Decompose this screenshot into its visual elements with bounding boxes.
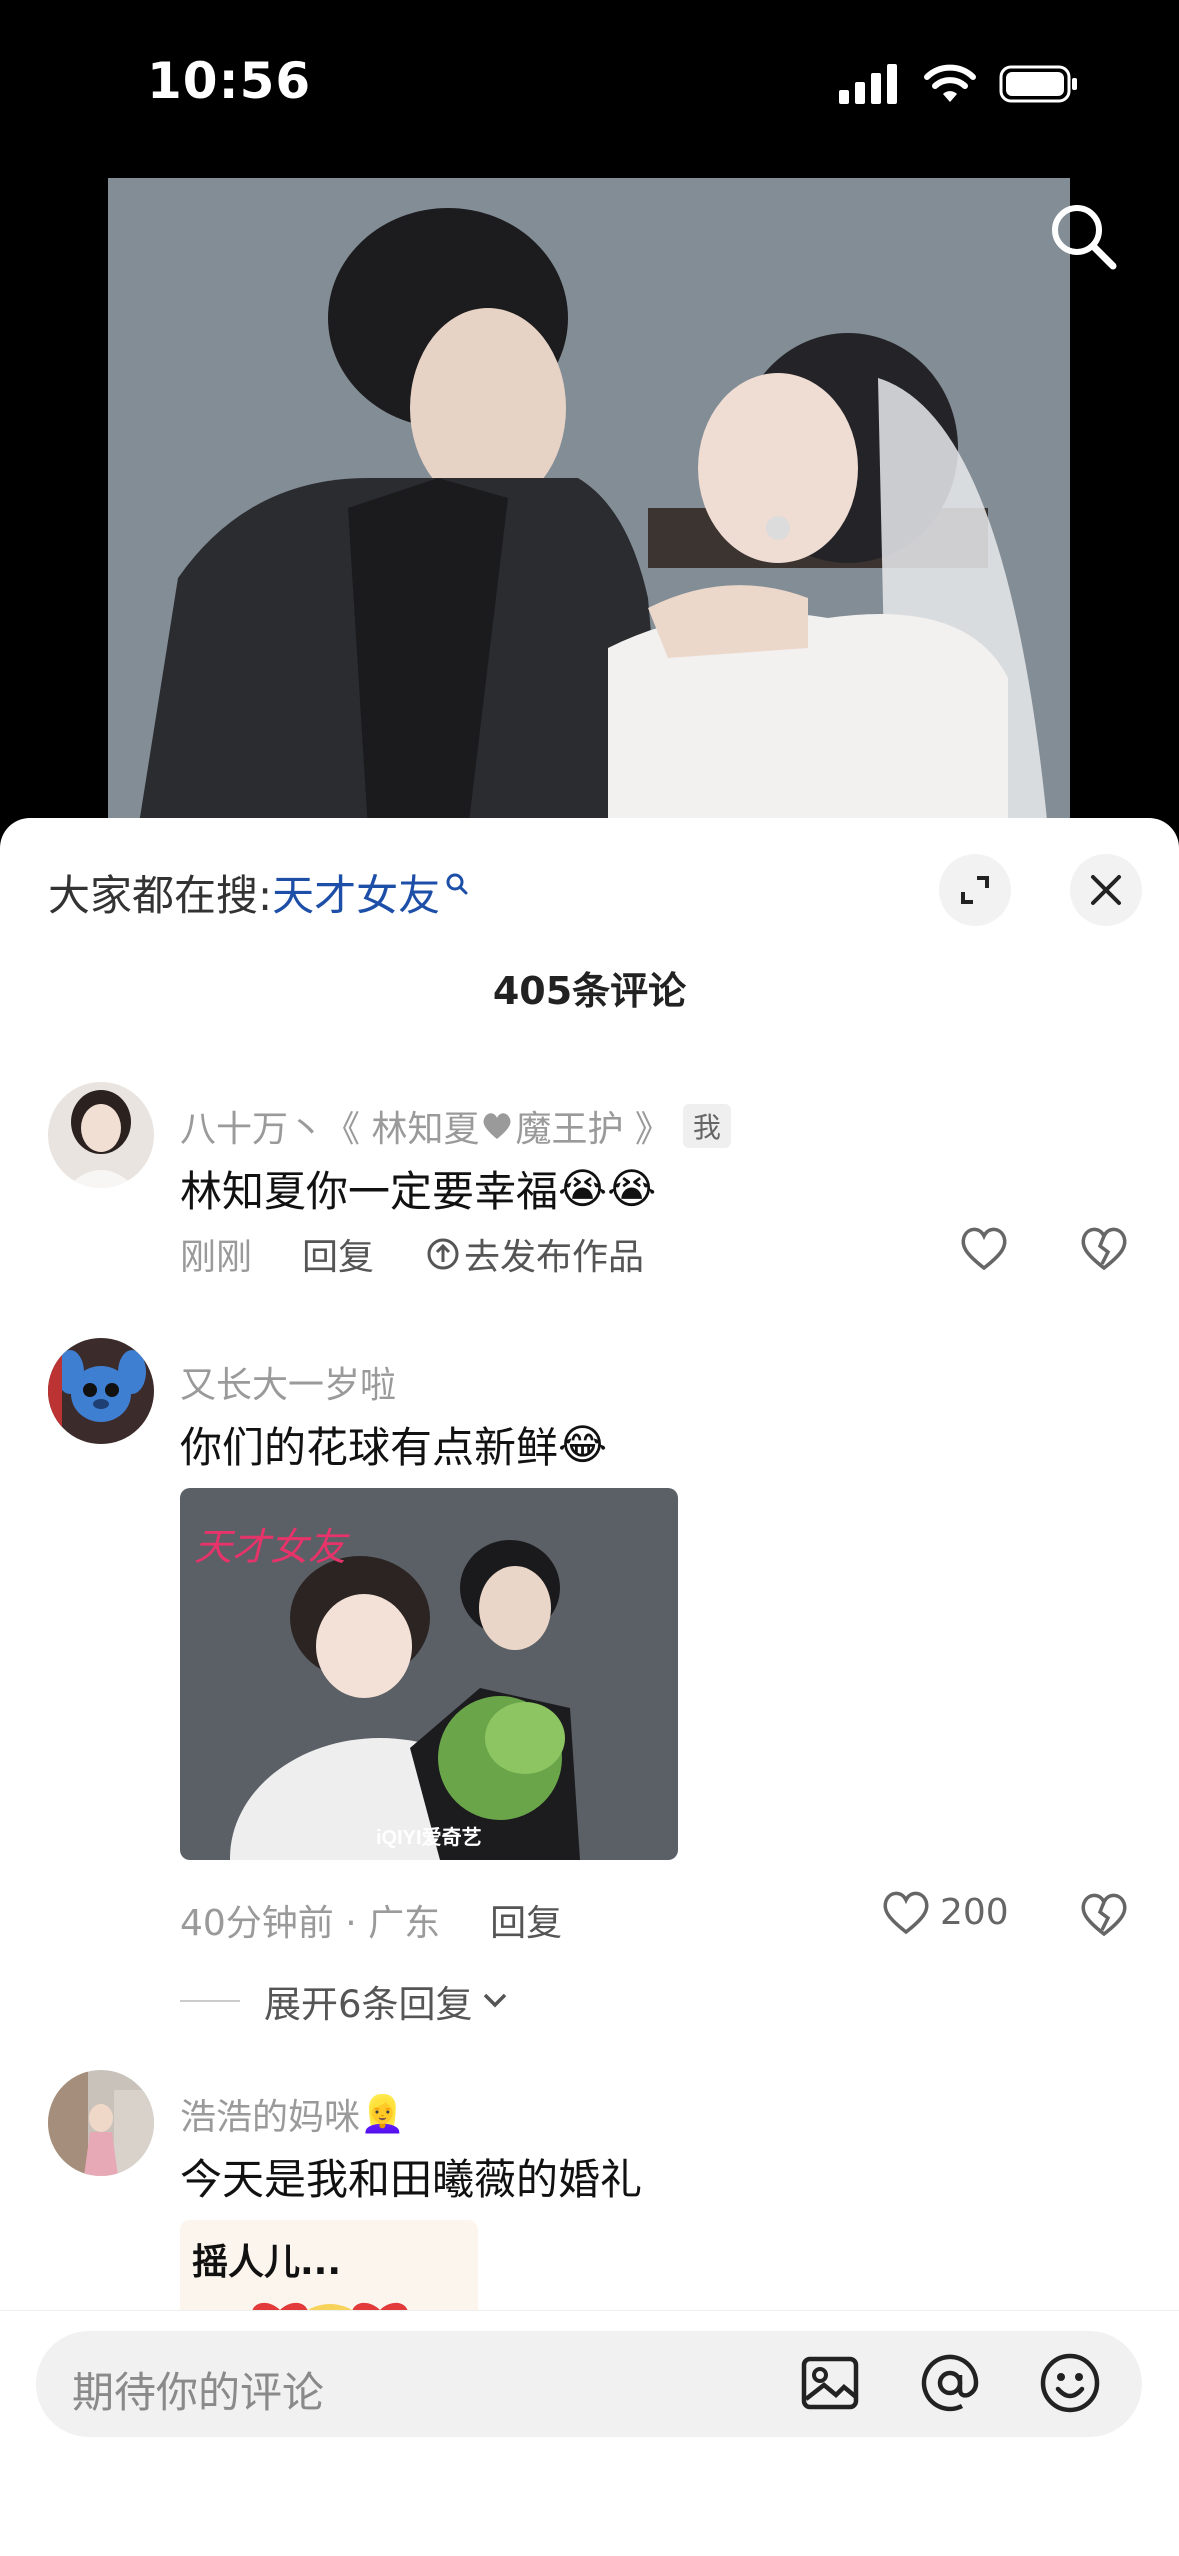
- author-name: 浩浩的妈咪: [180, 2097, 361, 2138]
- avatar[interactable]: [48, 2070, 154, 2176]
- reply-button[interactable]: 回复: [490, 1894, 562, 1946]
- comment-body: 林知夏你一定要幸福: [180, 1167, 559, 1216]
- wifi-icon: [924, 64, 976, 102]
- close-button[interactable]: [1070, 854, 1142, 926]
- comment-body: 今天是我和田曦薇的婚礼: [180, 2155, 643, 2204]
- author-name: 八十万丶《 林知夏: [180, 1109, 480, 1150]
- expand-replies-label: 展开6条回复: [264, 1983, 473, 2026]
- hot-search-bar[interactable]: 大家都在搜: 天才女友: [48, 862, 470, 923]
- comment-input[interactable]: 期待你的评论: [36, 2331, 1142, 2437]
- image-watermark: iQIYI爱奇艺: [376, 1825, 482, 1849]
- status-time: 10:56: [147, 52, 312, 110]
- avatar[interactable]: [48, 1338, 154, 1444]
- status-icons: [839, 64, 1079, 104]
- hot-search-keyword[interactable]: 天才女友: [272, 862, 440, 923]
- comment-meta: 刚刚 回复 去发布作品: [180, 1228, 644, 1280]
- cellular-signal-icon: [839, 64, 897, 104]
- dislike-icon[interactable]: [1078, 1890, 1130, 1938]
- video-scene: [108, 178, 1070, 830]
- expand-replies-button[interactable]: 展开6条回复: [180, 1974, 509, 2028]
- chevron-down-icon: [483, 1993, 506, 2008]
- emoji-icon[interactable]: [1038, 2351, 1102, 2415]
- comment-text: 林知夏你一定要幸福 😭😭: [180, 1158, 656, 1219]
- image-icon[interactable]: [798, 2351, 862, 2415]
- comment-text: 今天是我和田曦薇的婚礼: [180, 2146, 642, 2207]
- comment-input-bar: 期待你的评论: [0, 2310, 1179, 2556]
- heart-small-icon: [483, 1113, 511, 1139]
- divider: [180, 2000, 240, 2002]
- reply-button[interactable]: 回复: [302, 1228, 374, 1280]
- image-text: 摇人儿...: [192, 2242, 341, 2283]
- image-title: 天才女友: [194, 1525, 350, 1569]
- dislike-icon[interactable]: [1078, 1224, 1130, 1272]
- comment-author[interactable]: 浩浩的妈咪 👱‍♀️: [180, 2088, 405, 2140]
- author-name: 又长大一岁啦: [180, 1365, 397, 1406]
- battery-icon: [999, 65, 1077, 103]
- laughing-emoji: 😂: [558, 1420, 608, 1469]
- comment-time: 刚刚: [180, 1237, 253, 1278]
- like-count: 200: [940, 1891, 1009, 1933]
- publish-work-button[interactable]: 去发布作品: [426, 1228, 644, 1280]
- me-badge: 我: [682, 1104, 731, 1148]
- input-placeholder: 期待你的评论: [72, 2368, 325, 2417]
- like-icon: [883, 1891, 929, 1935]
- search-small-icon: [446, 873, 468, 894]
- avatar[interactable]: [48, 1082, 154, 1188]
- search-icon[interactable]: [1047, 200, 1119, 272]
- comment-author[interactable]: 又长大一岁啦: [180, 1356, 396, 1408]
- video-player[interactable]: [0, 170, 1179, 830]
- like-button[interactable]: 200: [880, 1888, 1009, 1936]
- author-name-suffix: 魔王护 》: [515, 1109, 671, 1150]
- hot-search-prefix: 大家都在搜:: [48, 871, 273, 920]
- upload-circle-icon: [427, 1238, 459, 1270]
- crying-emoji: 😭😭: [558, 1164, 657, 1213]
- comment-count: 405条评论: [492, 969, 687, 1013]
- expand-icon: [961, 876, 989, 904]
- publish-label: 去发布作品: [464, 1237, 645, 1278]
- author-emoji: 👱‍♀️: [360, 2094, 405, 2135]
- comment-meta: 40分钟前 · 广东 回复: [180, 1894, 562, 1946]
- close-icon: [1091, 875, 1121, 905]
- comment-text: 你们的花球有点新鲜 😂: [180, 1414, 607, 1475]
- comment-author[interactable]: 八十万丶《 林知夏 魔王护 》 我: [180, 1100, 731, 1152]
- comment-panel: 大家都在搜: 天才女友 405条评论 八十万丶《 林知夏 魔王护 》 我 林知夏…: [0, 818, 1179, 2556]
- comment-image[interactable]: 天才女友 iQIYI爱奇艺: [180, 1488, 678, 1860]
- status-bar: 10:56: [0, 0, 1179, 170]
- video-frame[interactable]: [108, 178, 1070, 830]
- expand-button[interactable]: [939, 854, 1011, 926]
- comment-time: 40分钟前 · 广东: [180, 1903, 441, 1944]
- like-icon[interactable]: [958, 1224, 1010, 1272]
- mention-icon[interactable]: [918, 2351, 982, 2415]
- comment-body: 你们的花球有点新鲜: [180, 1423, 559, 1472]
